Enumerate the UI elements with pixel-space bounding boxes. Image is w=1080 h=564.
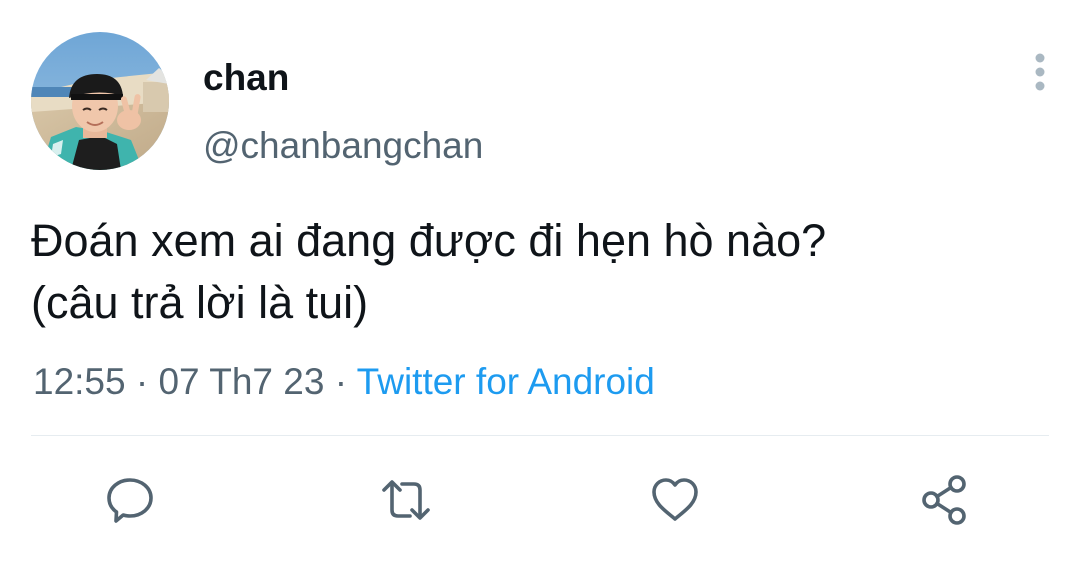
retweet-icon — [382, 480, 430, 520]
reply-button[interactable] — [102, 472, 158, 528]
heart-icon — [652, 478, 698, 521]
share-icon — [922, 475, 966, 525]
tweet-text-line: (câu trả lời là tui) — [31, 277, 369, 328]
user-handle[interactable]: @chanbangchan — [203, 124, 483, 168]
tweet-source-link[interactable]: Twitter for Android — [357, 361, 655, 402]
share-button[interactable] — [917, 472, 973, 528]
tweet-card: chan @chanbangchan Đoán xem ai đang được… — [0, 0, 1080, 564]
tweet-date[interactable]: 07 Th7 23 — [158, 361, 324, 402]
tweet-text-line: Đoán xem ai đang được đi hẹn hò nào? — [31, 215, 827, 266]
divider — [31, 435, 1049, 436]
more-vertical-icon — [1035, 53, 1045, 91]
tweet-time[interactable]: 12:55 — [33, 361, 126, 402]
tweet-text: Đoán xem ai đang được đi hẹn hò nào? (câ… — [31, 210, 1061, 334]
meta-separator: · — [125, 361, 159, 402]
avatar[interactable] — [31, 32, 169, 170]
tweet-meta: 12:55 · 07 Th7 23 · Twitter for Android — [33, 360, 655, 404]
like-button[interactable] — [647, 472, 703, 528]
reply-icon — [107, 478, 153, 523]
retweet-button[interactable] — [378, 472, 434, 528]
display-name[interactable]: chan — [203, 56, 289, 100]
meta-separator: · — [324, 361, 357, 402]
avatar-photo — [31, 32, 169, 170]
more-options-button[interactable] — [1026, 48, 1054, 96]
